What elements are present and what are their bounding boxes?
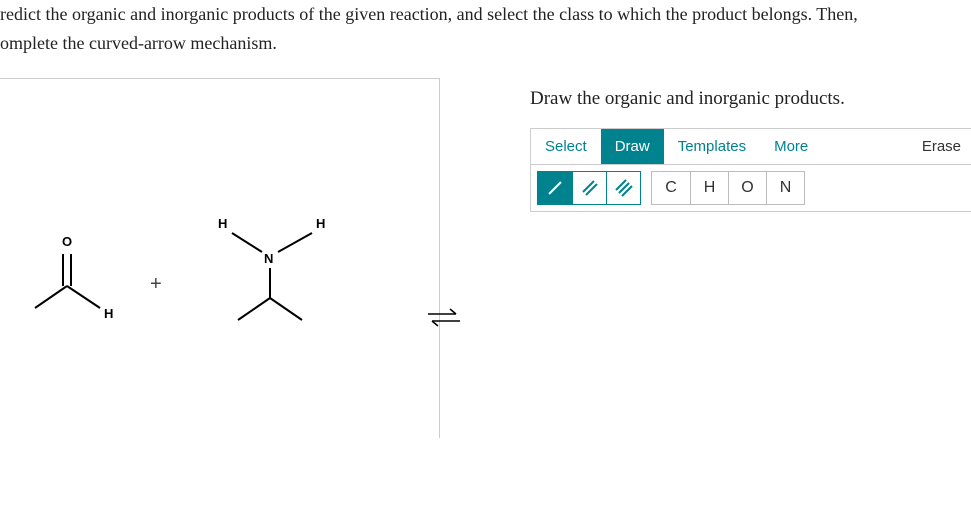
question-line2: omplete the curved-arrow mechanism.: [0, 33, 277, 53]
triple-bond-button[interactable]: [606, 172, 640, 204]
content-row: O H + N H H: [0, 78, 971, 438]
atom-h-aldehyde: H: [104, 306, 113, 321]
double-bond-icon: [581, 179, 599, 197]
bond-group: [537, 171, 641, 205]
reactant-panel: O H + N H H: [0, 78, 440, 438]
equilibrium-arrows: [424, 304, 464, 334]
draw-panel: Draw the organic and inorganic products.…: [530, 78, 971, 438]
element-c-button[interactable]: C: [652, 172, 690, 204]
triple-bond-icon: [615, 179, 633, 197]
tab-select[interactable]: Select: [531, 129, 601, 164]
element-o-button[interactable]: O: [728, 172, 766, 204]
atom-n: N: [264, 251, 273, 266]
question-text: redict the organic and inorganic product…: [0, 0, 971, 78]
element-h-button[interactable]: H: [690, 172, 728, 204]
question-line1: redict the organic and inorganic product…: [0, 4, 858, 24]
toolbar-tabs: Select Draw Templates More Erase: [531, 129, 971, 165]
element-n-button[interactable]: N: [766, 172, 804, 204]
element-group: C H O N: [651, 171, 805, 205]
toolbar-tools: C H O N: [531, 165, 971, 211]
erase-button[interactable]: Erase: [922, 129, 971, 164]
tab-templates[interactable]: Templates: [664, 129, 760, 164]
atom-h-nh-right: H: [316, 216, 325, 231]
single-bond-button[interactable]: [538, 172, 572, 204]
double-bond-button[interactable]: [572, 172, 606, 204]
tab-draw[interactable]: Draw: [601, 129, 664, 164]
atom-o: O: [62, 234, 72, 249]
plus-sign: +: [150, 273, 174, 296]
reaction-structure: O H + N H H: [0, 178, 400, 358]
atom-h-nh-left: H: [218, 216, 227, 231]
single-bond-icon: [546, 179, 564, 197]
draw-panel-title: Draw the organic and inorganic products.: [530, 88, 971, 110]
tab-more[interactable]: More: [760, 129, 822, 164]
toolbar: Select Draw Templates More Erase: [530, 128, 971, 212]
